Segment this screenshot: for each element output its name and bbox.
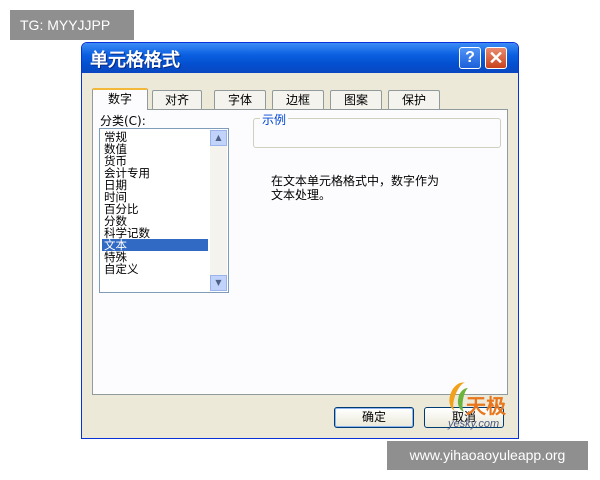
url-badge: www.yihaoaoyuleapp.org: [387, 441, 588, 470]
sample-box: 示例: [253, 111, 501, 148]
category-listbox[interactable]: 常规 数值 货币 会计专用 日期 时间 百分比 分数 科学记数 文本 特殊 自定…: [99, 128, 229, 293]
scroll-down-icon[interactable]: ▼: [210, 275, 227, 291]
category-scrollbar[interactable]: ▲ ▼: [210, 130, 227, 291]
yesky-logo: 天极 yesky.com: [444, 378, 520, 438]
tab-number[interactable]: 数字: [92, 88, 148, 110]
description-line-2: 文本处理。: [271, 188, 332, 202]
category-item-custom[interactable]: 自定义: [102, 263, 208, 275]
scroll-up-icon[interactable]: ▲: [210, 130, 227, 146]
tab-font[interactable]: 字体: [214, 90, 266, 109]
tab-protection[interactable]: 保护: [388, 90, 440, 109]
tab-strip: 数字 对齐 字体 边框 图案 保护: [92, 88, 510, 110]
help-button[interactable]: ?: [459, 47, 481, 69]
tab-border[interactable]: 边框: [272, 90, 324, 109]
description-line-1: 在文本单元格格式中，数字作为: [271, 174, 440, 188]
tab-panel-number: 分类(C): 常规 数值 货币 会计专用 日期 时间 百分比 分数 科学记数 文…: [92, 109, 508, 395]
dialog-title: 单元格格式: [90, 50, 180, 71]
sample-label: 示例: [260, 111, 289, 128]
logo-text-en: yesky.com: [448, 418, 500, 430]
category-list: 常规 数值 货币 会计专用 日期 时间 百分比 分数 科学记数 文本 特殊 自定…: [102, 131, 208, 275]
logo-text-cn: 天极: [466, 394, 506, 418]
format-description: 在文本单元格格式中，数字作为 文本处理。: [271, 174, 471, 202]
tab-alignment[interactable]: 对齐: [152, 90, 202, 109]
close-icon: ✕: [488, 48, 504, 68]
category-label: 分类(C):: [100, 114, 146, 128]
close-button[interactable]: ✕: [485, 47, 507, 69]
ok-button[interactable]: 确定: [334, 407, 414, 428]
tg-badge: TG: MYYJJPP: [10, 10, 134, 40]
help-icon: ?: [465, 49, 475, 66]
tab-patterns[interactable]: 图案: [330, 90, 382, 109]
title-bar[interactable]: 单元格格式 ? ✕: [82, 43, 518, 73]
